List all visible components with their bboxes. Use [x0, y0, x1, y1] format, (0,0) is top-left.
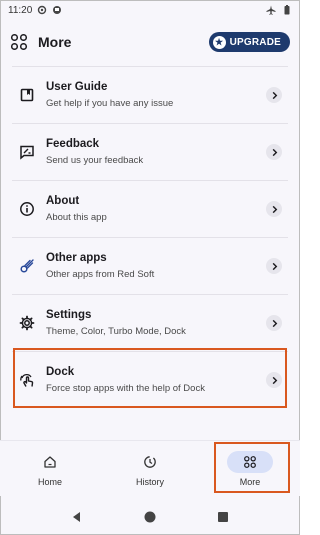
menu-item-label: Other apps	[46, 252, 107, 264]
book-icon	[12, 87, 42, 103]
status-time: 11:20	[8, 4, 33, 16]
menu-item-label: Dock	[46, 366, 75, 378]
menu-item-about[interactable]: About About this app	[12, 180, 288, 237]
settings-status-icon	[38, 5, 47, 15]
nav-item-history[interactable]: History	[100, 441, 200, 496]
info-icon	[12, 201, 42, 217]
comet-icon	[12, 258, 42, 274]
chevron-right-icon	[266, 87, 282, 103]
chevron-right-icon	[266, 201, 282, 217]
upgrade-button[interactable]: ★ UPGRADE	[208, 32, 290, 52]
touch-icon	[12, 372, 42, 388]
back-icon[interactable]	[70, 510, 84, 524]
menu-item-subtitle: Force stop apps with the help of Dock	[46, 383, 205, 394]
chevron-right-icon	[266, 144, 282, 160]
app-header: More ★ UPGRADE	[0, 26, 300, 58]
nav-item-home[interactable]: Home	[0, 441, 100, 496]
menu-item-subtitle: Other apps from Red Soft	[46, 269, 155, 280]
chevron-right-icon	[266, 258, 282, 274]
menu-item-label: Settings	[46, 309, 92, 321]
grid-icon	[227, 450, 273, 473]
airplane-icon	[266, 5, 276, 15]
battery-icon	[284, 5, 290, 15]
menu-item-label: Feedback	[46, 138, 100, 150]
menu-item-subtitle: Get help if you have any issue	[46, 98, 174, 109]
more-menu-list: User Guide Get help if you have any issu…	[12, 66, 288, 408]
bottom-navigation: Home History More	[0, 440, 300, 496]
gear-icon	[12, 315, 42, 331]
system-navigation	[0, 500, 300, 534]
menu-item-other-apps[interactable]: Other apps Other apps from Red Soft	[12, 237, 288, 294]
chevron-right-icon	[266, 372, 282, 388]
upgrade-label: UPGRADE	[229, 36, 281, 48]
status-bar: 11:20	[0, 0, 300, 20]
nav-item-more[interactable]: More	[200, 441, 300, 496]
notification-status-icon	[53, 6, 62, 14]
chevron-right-icon	[266, 315, 282, 331]
nav-label: More	[239, 476, 261, 487]
menu-item-subtitle: Send us your feedback	[46, 155, 144, 166]
home-button-icon[interactable]	[143, 510, 157, 524]
menu-item-dock[interactable]: Dock Force stop apps with the help of Do…	[12, 351, 288, 408]
menu-item-feedback[interactable]: Feedback Send us your feedback	[12, 123, 288, 180]
history-icon	[127, 451, 173, 473]
feedback-icon	[12, 144, 42, 160]
recents-icon[interactable]	[216, 510, 230, 524]
menu-item-label: User Guide	[46, 81, 108, 93]
menu-item-settings[interactable]: Settings Theme, Color, Turbo Mode, Dock	[12, 294, 288, 351]
nav-label: Home	[37, 476, 62, 487]
menu-item-subtitle: Theme, Color, Turbo Mode, Dock	[46, 326, 186, 337]
home-icon	[27, 451, 73, 473]
star-icon: ★	[212, 35, 226, 49]
nav-label: History	[135, 476, 164, 487]
menu-item-label: About	[46, 195, 80, 207]
menu-item-subtitle: About this app	[46, 212, 107, 223]
page-title: More	[38, 34, 72, 50]
menu-item-user-guide[interactable]: User Guide Get help if you have any issu…	[12, 66, 288, 123]
grid-icon	[10, 33, 28, 51]
